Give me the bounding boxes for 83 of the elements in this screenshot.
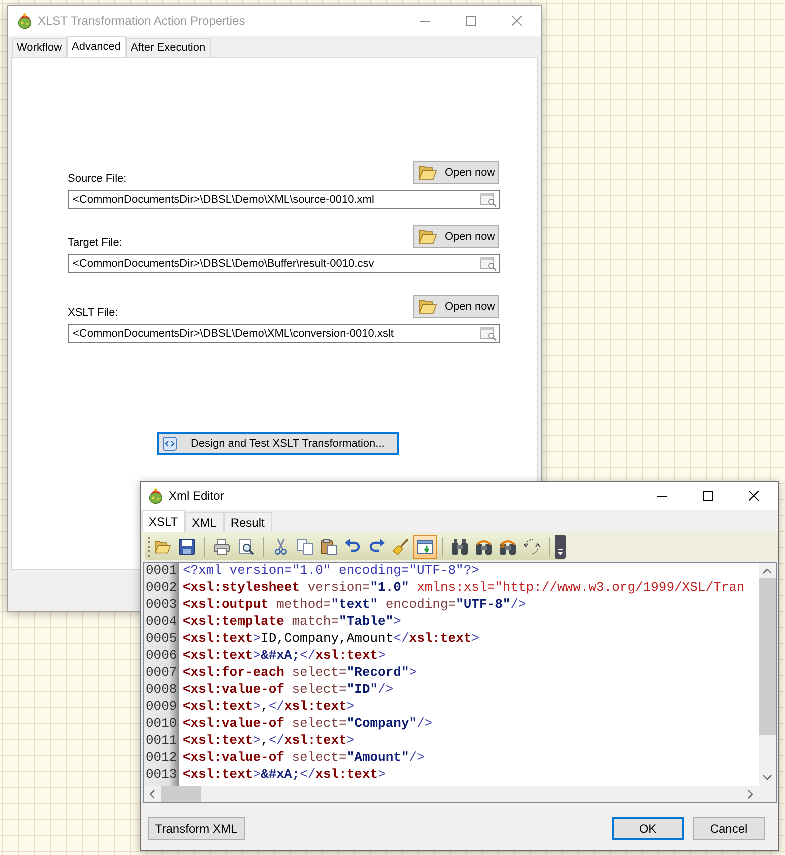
dotted-arrow-icon[interactable] bbox=[524, 538, 540, 554]
dialog-button[interactable]: OK bbox=[612, 817, 684, 840]
tab[interactable]: Workflow bbox=[12, 38, 68, 57]
binoculars-icon[interactable] bbox=[452, 538, 468, 554]
save-icon[interactable] bbox=[179, 538, 195, 554]
window-title: XLST Transformation Action Properties bbox=[38, 14, 246, 28]
scroll-up-icon[interactable] bbox=[763, 569, 772, 574]
window-icon bbox=[417, 538, 433, 554]
code-line: <xsl:text>ID,Company,Amount</xsl:text> bbox=[183, 631, 480, 648]
tab[interactable]: After Execution bbox=[126, 38, 211, 57]
paste-icon[interactable] bbox=[321, 538, 337, 554]
dropdown-icon[interactable] bbox=[555, 534, 566, 558]
line-number: 0013 bbox=[145, 767, 178, 784]
redo-icon[interactable] bbox=[369, 538, 385, 554]
line-number: 0003 bbox=[145, 597, 178, 614]
code-line: <xsl:text>,</xsl:text> bbox=[183, 733, 355, 750]
folder-icon bbox=[419, 299, 437, 314]
scroll-down-icon[interactable] bbox=[763, 775, 772, 780]
code-line: <?xml version="1.0" encoding="UTF-8"?> bbox=[183, 563, 480, 580]
code-line: <xsl:text>&#xA;</xsl:text> bbox=[183, 648, 386, 665]
line-number: 0009 bbox=[145, 699, 178, 716]
line-number: 0002 bbox=[145, 580, 178, 597]
scroll-left-icon[interactable] bbox=[150, 790, 155, 798]
code-line: <xsl:value-of select="ID"/> bbox=[183, 682, 394, 699]
transform-button[interactable]: Transform XML bbox=[148, 817, 245, 840]
code-line: <xsl:template match="Table"> bbox=[183, 614, 402, 631]
tab[interactable]: XSLT bbox=[142, 510, 186, 532]
maximize-icon[interactable] bbox=[703, 491, 713, 501]
tab[interactable]: Result bbox=[224, 512, 272, 532]
cut-icon[interactable] bbox=[273, 538, 289, 554]
folder-icon[interactable] bbox=[155, 540, 171, 554]
undo-icon[interactable] bbox=[345, 538, 361, 554]
open-button[interactable]: Open now bbox=[413, 295, 499, 318]
code-line: <xsl:for-each select="Record"> bbox=[183, 665, 418, 682]
line-number: 0012 bbox=[145, 750, 178, 767]
line-number: 0005 bbox=[145, 631, 178, 648]
window-title: Xml Editor bbox=[169, 489, 224, 503]
code-line: <xsl:value-of select="Amount"/> bbox=[183, 750, 425, 767]
app-icon bbox=[148, 488, 164, 504]
code-icon bbox=[163, 436, 177, 450]
code-line: <xsl:stylesheet version="1.0" xmlns:xsl="http://www.w3.org/1999/XSL/Tran bbox=[183, 580, 745, 597]
open-button[interactable]: Open now bbox=[413, 161, 499, 184]
folder-icon bbox=[419, 229, 437, 244]
binoculars-arrow-icon[interactable] bbox=[476, 538, 492, 554]
code-line: <xsl:text>,</xsl:text> bbox=[183, 699, 355, 716]
field-label: Target File: bbox=[68, 237, 122, 250]
line-number: 0008 bbox=[145, 682, 178, 699]
file-path-field[interactable]: <CommonDocumentsDir>\DBSL\Demo\Buffer\result-0010.csv bbox=[68, 254, 500, 273]
scrollbar-thumb[interactable] bbox=[161, 786, 201, 802]
code-line: <xsl:text>&#xA;</xsl:text> bbox=[183, 767, 386, 784]
code-editor[interactable] bbox=[143, 562, 777, 803]
close-icon[interactable] bbox=[749, 491, 759, 501]
grip-icon[interactable] bbox=[148, 536, 151, 556]
code-line: <xsl:value-of select="Company"/> bbox=[183, 716, 433, 733]
line-number: 0004 bbox=[145, 614, 178, 631]
field-label: XSLT File: bbox=[68, 307, 118, 320]
print-preview-icon[interactable] bbox=[238, 538, 254, 554]
tab[interactable]: XML bbox=[185, 512, 224, 532]
design-button[interactable]: Design and Test XSLT Transformation... bbox=[157, 432, 399, 455]
line-number: 0001 bbox=[145, 563, 178, 580]
browse-icon[interactable] bbox=[480, 256, 497, 270]
line-number: 0006 bbox=[145, 648, 178, 665]
open-button[interactable]: Open now bbox=[413, 225, 499, 248]
binoculars-arrow-icon[interactable] bbox=[500, 538, 516, 554]
file-path-field[interactable]: <CommonDocumentsDir>\DBSL\Demo\XML\conversion-0010.xslt bbox=[68, 324, 500, 343]
dialog-button[interactable]: Cancel bbox=[693, 817, 765, 840]
line-number: 0010 bbox=[145, 716, 178, 733]
browse-icon[interactable] bbox=[480, 192, 497, 206]
copy-icon[interactable] bbox=[297, 538, 313, 554]
code-line: <xsl:output method="text" encoding="UTF-8"/> bbox=[183, 597, 526, 614]
tab[interactable]: Advanced bbox=[67, 36, 126, 57]
field-label: Source File: bbox=[68, 173, 127, 186]
folder-icon bbox=[419, 165, 437, 180]
scrollbar-thumb[interactable] bbox=[759, 578, 776, 735]
toggle-button[interactable] bbox=[413, 534, 437, 558]
browse-icon[interactable] bbox=[480, 326, 497, 340]
scroll-right-icon[interactable] bbox=[748, 790, 753, 798]
broom-icon[interactable] bbox=[393, 538, 409, 554]
app-icon bbox=[17, 13, 33, 29]
file-path-field[interactable]: <CommonDocumentsDir>\DBSL\Demo\XML\source-0010.xml bbox=[68, 190, 500, 209]
print-icon[interactable] bbox=[214, 538, 230, 554]
line-number: 0011 bbox=[145, 733, 178, 750]
line-number: 0007 bbox=[145, 665, 178, 682]
